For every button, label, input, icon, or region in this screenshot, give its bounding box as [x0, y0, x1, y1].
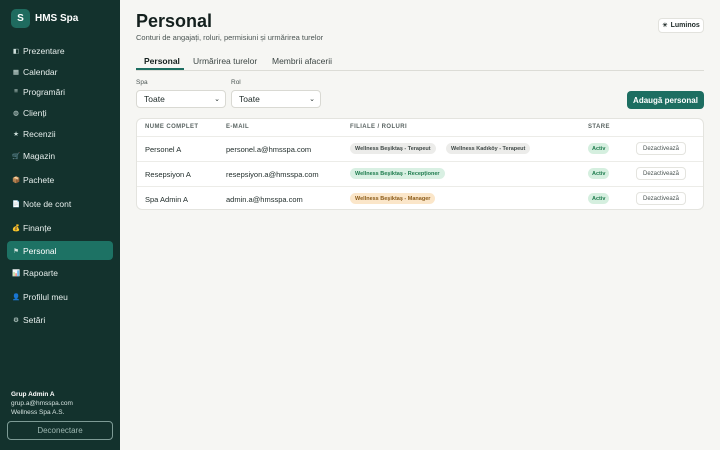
sidebar-item-11[interactable]: 👤 Profilul meu	[7, 287, 113, 306]
logout-button[interactable]: Deconectare	[7, 421, 113, 440]
role-badge: Wellness Kadıköy - Terapeut	[446, 143, 531, 154]
sidebar-item-9[interactable]: ⚑ Personal	[7, 241, 113, 260]
brand-name: HMS Spa	[35, 13, 79, 24]
deactivate-button[interactable]: Dezactivează	[636, 167, 686, 180]
active-tab-indicator	[136, 68, 184, 70]
page-title: Personal	[136, 11, 213, 31]
column-header-email: E-MAIL	[226, 124, 250, 130]
deactivate-button[interactable]: Dezactivează	[636, 142, 686, 155]
dashboard-icon: ◧	[12, 47, 20, 55]
sidebar: S HMS Spa ◧ Prezentare ▦ Calendar ≡ Programăr…	[0, 0, 120, 450]
add-staff-button[interactable]: Adaugă personal	[627, 91, 704, 109]
sidebar-item-5[interactable]: 🛒 Magazin	[7, 146, 113, 165]
staff-name: Personel A	[145, 145, 182, 154]
brand[interactable]: S HMS Spa	[11, 9, 78, 28]
gear-icon: ⚙	[13, 316, 19, 324]
chevron-down-icon: ⌄	[214, 96, 220, 103]
staff-name: Spa Admin A	[145, 195, 188, 204]
tab-personal[interactable]: Personal	[144, 56, 180, 66]
page-subtitle: Conturi de angajați, roluri, permisiuni …	[136, 33, 324, 42]
spa-filter-value: Toate	[144, 94, 165, 104]
staff-name: Resepsiyon A	[145, 170, 191, 179]
sidebar-item-10[interactable]: 📊 Rapoarte	[7, 263, 113, 282]
column-header-name: NUME COMPLET	[145, 124, 199, 130]
sidebar-item-12[interactable]: ⚙ Setări	[7, 310, 113, 329]
sidebar-item-label: Pachete	[23, 174, 55, 185]
role-filter-value: Toate	[239, 94, 260, 104]
spa-filter-select[interactable]: Toate ⌄	[136, 90, 226, 108]
role-badge: Wellness Beşiktaş - Manager	[350, 193, 436, 204]
money-bag-icon: 💰	[12, 224, 21, 232]
sidebar-item-8[interactable]: 💰 Finanțe	[7, 218, 113, 237]
user-company: Wellness Spa A.S.	[11, 409, 65, 416]
sidebar-item-label: Recenzii	[23, 128, 56, 139]
package-icon: 📦	[12, 176, 21, 184]
table-row[interactable]: Resepsiyon A resepsiyon.a@hmsspa.com Welln…	[137, 161, 703, 186]
brand-logo: S	[11, 9, 30, 28]
sidebar-item-label: Rapoarte	[23, 267, 58, 278]
user-name: Grup Admin A	[11, 391, 55, 398]
staff-email: resepsiyon.a@hmsspa.com	[226, 170, 319, 179]
sidebar-item-0[interactable]: ◧ Prezentare	[7, 41, 113, 60]
sidebar-item-label: Clienți	[23, 107, 47, 118]
staff-email: personel.a@hmsspa.com	[226, 145, 312, 154]
sidebar-item-label: Calendar	[23, 66, 58, 77]
sidebar-item-label: Profilul meu	[23, 291, 68, 302]
chart-icon: 📊	[12, 269, 21, 277]
sidebar-item-2[interactable]: ≡ Programări	[7, 82, 113, 101]
user-icon: 👤	[12, 293, 21, 301]
tab-business-members[interactable]: Membrii afacerii	[272, 56, 332, 66]
star-icon: ★	[13, 130, 19, 138]
column-header-roles: FILIALE / ROLURI	[350, 124, 408, 130]
sidebar-item-label: Programări	[23, 86, 66, 97]
staff-table: NUME COMPLET E-MAIL FILIALE / ROLURI STA…	[136, 118, 704, 210]
sidebar-item-1[interactable]: ▦ Calendar	[7, 62, 113, 81]
role-badge: Wellness Beşiktaş - Recepționer	[350, 168, 445, 179]
tab-shift-tracking[interactable]: Urmărirea turelor	[193, 56, 257, 66]
status-badge: Activ	[588, 168, 610, 179]
list-icon: ≡	[14, 88, 18, 95]
role-filter-select[interactable]: Toate ⌄	[231, 90, 321, 108]
flag-icon: ⚑	[13, 247, 19, 255]
deactivate-button[interactable]: Dezactivează	[636, 192, 686, 205]
status-badge: Activ	[588, 193, 610, 204]
sidebar-item-label: Personal	[23, 245, 57, 256]
spa-filter-label: Spa	[136, 79, 148, 86]
chevron-down-icon: ⌄	[309, 96, 315, 103]
sidebar-item-label: Magazin	[23, 150, 56, 161]
sidebar-item-label: Setări	[23, 314, 46, 325]
status-badge: Activ	[588, 143, 610, 154]
tab-bar: Personal Urmărirea turelor Membrii aface…	[136, 53, 704, 71]
role-filter-label: Rol	[231, 79, 241, 86]
sidebar-item-7[interactable]: 📄 Note de cont	[7, 194, 113, 213]
sidebar-item-label: Prezentare	[23, 45, 65, 56]
sidebar-item-label: Note de cont	[23, 198, 72, 209]
theme-toggle-label: Luminos	[670, 22, 700, 29]
column-header-status: STARE	[588, 124, 610, 130]
clients-icon: ◍	[13, 109, 19, 117]
cart-icon: 🛒	[12, 152, 21, 160]
sidebar-item-3[interactable]: ◍ Clienți	[7, 103, 113, 122]
sun-icon: ☀	[662, 23, 668, 29]
sidebar-item-label: Finanțe	[23, 222, 52, 233]
calendar-icon: ▦	[12, 68, 20, 76]
user-info: Grup Admin A grup.a@hmsspa.com Wellness …	[11, 390, 73, 417]
theme-toggle-button[interactable]: ☀ Luminos	[658, 18, 704, 33]
user-email: grup.a@hmsspa.com	[11, 400, 73, 407]
sidebar-item-6[interactable]: 📦 Pachete	[7, 170, 113, 189]
table-row[interactable]: Personel A personel.a@hmsspa.com Wellness …	[137, 136, 703, 161]
sidebar-item-4[interactable]: ★ Recenzii	[7, 124, 113, 143]
table-row[interactable]: Spa Admin A admin.a@hmsspa.com Wellness Be…	[137, 186, 703, 209]
receipt-icon: 📄	[12, 200, 21, 208]
staff-email: admin.a@hmsspa.com	[226, 195, 303, 204]
role-badge: Wellness Beşiktaş - Terapeut	[350, 143, 436, 154]
